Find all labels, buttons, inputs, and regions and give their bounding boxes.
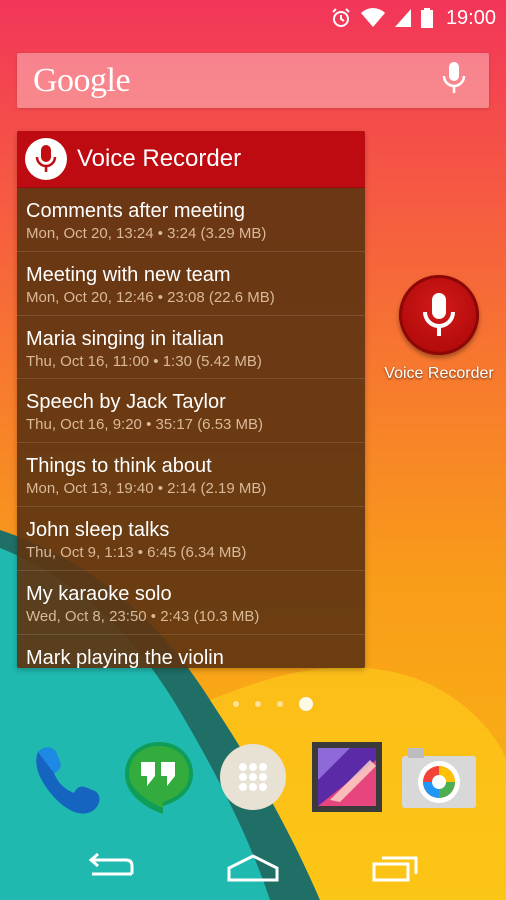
- recording-item[interactable]: Meeting with new team Mon, Oct 20, 12:46…: [17, 252, 365, 316]
- recents-icon[interactable]: [355, 842, 435, 892]
- signal-icon: [394, 7, 412, 29]
- recording-title: My karaoke solo: [26, 582, 172, 605]
- page-dot: [277, 701, 283, 707]
- google-logo: Google: [33, 61, 131, 99]
- status-bar: 19:00: [0, 0, 506, 36]
- shortcut-label: Voice Recorder: [384, 365, 494, 382]
- recording-meta: Thu, Oct 9, 1:13 • 6:45 (6.34 MB): [26, 543, 247, 561]
- recording-item[interactable]: Maria singing in italian Thu, Oct 16, 11…: [17, 316, 365, 380]
- voice-recorder-widget: Voice Recorder Comments after meeting Mo…: [17, 131, 365, 668]
- navigation-bar: [0, 834, 506, 900]
- recording-item[interactable]: Mark playing the violin: [17, 635, 365, 668]
- back-icon[interactable]: [71, 842, 151, 892]
- page-indicator: [0, 694, 506, 714]
- alarm-icon: [330, 7, 352, 29]
- recording-item[interactable]: John sleep talks Thu, Oct 9, 1:13 • 6:45…: [17, 507, 365, 571]
- recording-meta: Thu, Oct 16, 9:20 • 35:17 (6.53 MB): [26, 416, 264, 434]
- home-icon[interactable]: [213, 842, 293, 892]
- recording-title: Comments after meeting: [26, 200, 245, 222]
- recording-meta: Wed, Oct 8, 23:50 • 2:43 (10.3 MB): [26, 607, 260, 625]
- recording-title: Mark playing the violin: [26, 646, 224, 668]
- mic-icon: [399, 275, 479, 355]
- recording-item[interactable]: Things to think about Mon, Oct 13, 19:40…: [17, 443, 365, 507]
- page-dot-active: [299, 697, 313, 711]
- recording-title: Maria singing in italian: [26, 327, 224, 350]
- widget-title: Voice Recorder: [77, 145, 242, 172]
- recording-item[interactable]: My karaoke solo Wed, Oct 8, 23:50 • 2:43…: [17, 571, 365, 635]
- google-search-bar[interactable]: Google: [17, 53, 489, 108]
- battery-icon: [420, 7, 434, 29]
- recording-meta: Thu, Oct 16, 11:00 • 1:30 (5.42 MB): [26, 352, 262, 370]
- camera-icon[interactable]: [400, 738, 478, 816]
- recording-meta: Mon, Oct 20, 12:46 • 23:08 (22.6 MB): [26, 288, 275, 306]
- recording-title: Meeting with new team: [26, 263, 231, 286]
- gallery-icon[interactable]: [308, 738, 386, 816]
- recording-list: Comments after meeting Mon, Oct 20, 13:2…: [17, 188, 365, 668]
- dock: [0, 730, 506, 820]
- clock: 19:00: [445, 6, 496, 29]
- recording-item[interactable]: Comments after meeting Mon, Oct 20, 13:2…: [17, 188, 365, 252]
- recording-meta: Mon, Oct 20, 13:24 • 3:24 (3.29 MB): [26, 225, 267, 242]
- recording-title: John sleep talks: [26, 518, 170, 541]
- mic-icon[interactable]: [441, 61, 467, 100]
- wifi-icon: [360, 7, 386, 29]
- apps-grid-icon[interactable]: [214, 738, 292, 816]
- widget-header[interactable]: Voice Recorder: [17, 131, 365, 188]
- page-dot: [233, 701, 239, 707]
- phone-icon[interactable]: [24, 738, 102, 816]
- recording-meta: Mon, Oct 13, 19:40 • 2:14 (2.19 MB): [26, 480, 267, 498]
- hangouts-icon[interactable]: [120, 738, 198, 816]
- mic-icon: [25, 138, 67, 180]
- voice-recorder-shortcut[interactable]: Voice Recorder: [382, 275, 496, 383]
- recording-title: Speech by Jack Taylor: [26, 391, 226, 414]
- recording-item[interactable]: Speech by Jack Taylor Thu, Oct 16, 9:20 …: [17, 379, 365, 444]
- page-dot: [255, 701, 261, 707]
- recording-title: Things to think about: [26, 455, 212, 478]
